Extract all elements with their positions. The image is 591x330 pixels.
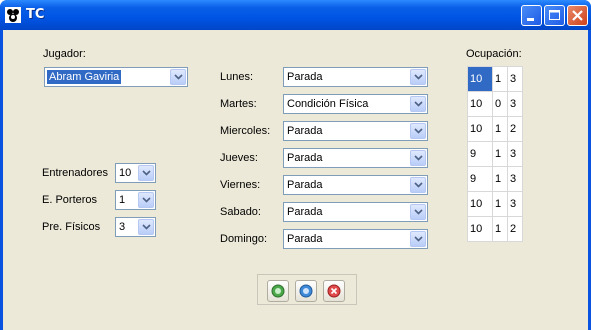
chevron-down-icon[interactable] <box>410 123 426 139</box>
table-cell[interactable]: 9 <box>466 166 494 192</box>
table-cell[interactable]: 2 <box>507 216 523 242</box>
table-cell[interactable]: 1 <box>492 216 508 242</box>
entrenadores-label: Entrenadores <box>42 167 109 179</box>
day-label-domingo: Domingo: <box>220 233 268 245</box>
day-value: Parada <box>287 152 323 164</box>
chevron-down-icon[interactable] <box>410 204 426 220</box>
close-icon <box>572 10 583 21</box>
day-select-martes[interactable]: Condición Física <box>283 94 428 114</box>
chevron-down-icon[interactable] <box>410 96 426 112</box>
day-value: Parada <box>287 233 323 245</box>
ocupacion-table[interactable]: 10 1 3 10 0 3 10 1 2 9 1 3 9 1 3 10 1 3 … <box>466 66 523 242</box>
chevron-down-icon[interactable] <box>138 219 154 235</box>
table-row[interactable]: 10 0 3 <box>466 91 523 117</box>
porteros-value: 1 <box>119 194 126 206</box>
entrenadores-select[interactable]: 10 <box>115 163 156 183</box>
day-select-sabado[interactable]: Parada <box>283 202 428 222</box>
window-title: TC <box>26 7 45 22</box>
day-value: Parada <box>287 71 323 83</box>
table-row[interactable]: 10 1 2 <box>466 116 523 142</box>
fisicos-select[interactable]: 3 <box>115 217 156 237</box>
maximize-icon <box>549 10 560 20</box>
action-toolbar <box>257 274 357 305</box>
table-cell[interactable]: 3 <box>507 141 523 167</box>
maximize-button[interactable] <box>544 5 565 26</box>
chevron-down-icon[interactable] <box>410 69 426 85</box>
ocupacion-label: Ocupación: <box>466 48 522 60</box>
day-value: Parada <box>287 206 323 218</box>
app-icon <box>5 7 21 23</box>
minimize-button[interactable] <box>521 5 542 26</box>
jugador-select[interactable]: Abram Gaviria <box>44 67 188 87</box>
table-cell[interactable]: 3 <box>507 191 523 217</box>
table-cell[interactable]: 1 <box>492 191 508 217</box>
table-cell[interactable]: 10 <box>466 116 494 142</box>
info-button[interactable] <box>295 280 317 302</box>
table-cell[interactable]: 3 <box>507 91 523 117</box>
table-cell[interactable]: 9 <box>466 141 494 167</box>
fisicos-label: Pre. Físicos <box>42 221 101 233</box>
day-select-lunes[interactable]: Parada <box>283 67 428 87</box>
table-cell[interactable]: 1 <box>492 66 508 92</box>
day-select-jueves[interactable]: Parada <box>283 148 428 168</box>
table-cell[interactable]: 0 <box>492 91 508 117</box>
chevron-down-icon[interactable] <box>138 192 154 208</box>
table-cell[interactable]: 10 <box>466 66 494 92</box>
accept-button[interactable] <box>267 280 289 302</box>
red-x-circle-icon <box>327 284 341 298</box>
jugador-label: Jugador: <box>43 48 86 60</box>
entrenadores-value: 10 <box>119 167 132 179</box>
app-window: TC Jugador: Abram Gaviria Entrenadores 1… <box>0 0 591 330</box>
table-cell[interactable]: 10 <box>466 91 494 117</box>
day-label-viernes: Viernes: <box>220 179 261 191</box>
day-value: Parada <box>287 179 323 191</box>
client-area: Jugador: Abram Gaviria Entrenadores 10 E… <box>3 30 588 330</box>
blue-circle-icon <box>299 284 313 298</box>
chevron-down-icon[interactable] <box>170 69 186 85</box>
day-select-miercoles[interactable]: Parada <box>283 121 428 141</box>
day-label-miercoles: Miercoles: <box>220 125 271 137</box>
porteros-select[interactable]: 1 <box>115 190 156 210</box>
close-button[interactable] <box>567 5 588 26</box>
chevron-down-icon[interactable] <box>138 165 154 181</box>
table-row[interactable]: 10 1 3 <box>466 66 523 92</box>
table-row[interactable]: 9 1 3 <box>466 141 523 167</box>
day-label-sabado: Sabado: <box>220 206 261 218</box>
chevron-down-icon[interactable] <box>410 231 426 247</box>
day-label-martes: Martes: <box>220 98 257 110</box>
table-cell[interactable]: 10 <box>466 191 494 217</box>
day-label-jueves: Jueves: <box>220 152 258 164</box>
day-label-lunes: Lunes: <box>220 71 254 83</box>
porteros-label: E. Porteros <box>42 194 98 206</box>
table-cell[interactable]: 3 <box>507 66 523 92</box>
title-bar[interactable]: TC <box>0 0 591 30</box>
day-value: Parada <box>287 125 323 137</box>
table-cell[interactable]: 3 <box>507 166 523 192</box>
table-cell[interactable]: 10 <box>466 216 494 242</box>
fisicos-value: 3 <box>119 221 126 233</box>
minimize-icon <box>527 18 534 21</box>
table-row[interactable]: 10 1 3 <box>466 191 523 217</box>
table-row[interactable]: 9 1 3 <box>466 166 523 192</box>
chevron-down-icon[interactable] <box>410 177 426 193</box>
chevron-down-icon[interactable] <box>410 150 426 166</box>
table-cell[interactable]: 1 <box>492 141 508 167</box>
day-select-viernes[interactable]: Parada <box>283 175 428 195</box>
day-value: Condición Física <box>287 98 369 110</box>
table-cell[interactable]: 1 <box>492 116 508 142</box>
cancel-button[interactable] <box>323 280 345 302</box>
day-select-domingo[interactable]: Parada <box>283 229 428 249</box>
table-row[interactable]: 10 1 2 <box>466 216 523 242</box>
table-cell[interactable]: 2 <box>507 116 523 142</box>
green-circle-icon <box>271 284 285 298</box>
table-cell[interactable]: 1 <box>492 166 508 192</box>
jugador-value: Abram Gaviria <box>47 70 122 84</box>
